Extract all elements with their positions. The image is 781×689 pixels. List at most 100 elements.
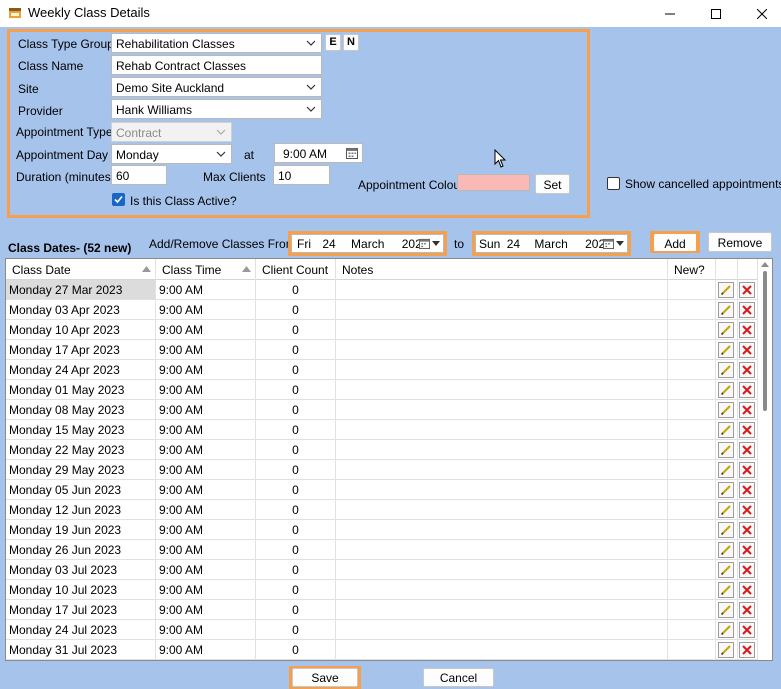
from-date-picker[interactable]: Fri 24 March 2023 [291,234,444,253]
cell-notes[interactable] [336,360,668,380]
cell-new[interactable] [668,320,716,340]
cell-client-count[interactable]: 0 [256,420,336,440]
delete-row-button[interactable] [739,402,755,418]
table-row[interactable]: Monday 01 May 2023 9:00 AM 0 [6,380,758,400]
cell-class-date[interactable]: Monday 17 Apr 2023 [6,340,156,360]
cell-client-count[interactable]: 0 [256,360,336,380]
edit-row-button[interactable] [718,582,734,598]
cell-class-time[interactable]: 9:00 AM [156,600,256,620]
delete-row-button[interactable] [739,362,755,378]
cell-client-count[interactable]: 0 [256,600,336,620]
scrollbar-thumb[interactable] [763,271,767,411]
cell-class-time[interactable]: 9:00 AM [156,640,256,660]
cell-class-date[interactable]: Monday 31 Jul 2023 [6,640,156,660]
cell-notes[interactable] [336,500,668,520]
cell-new[interactable] [668,380,716,400]
cell-class-time[interactable]: 9:00 AM [156,420,256,440]
delete-row-button[interactable] [739,442,755,458]
cell-class-time[interactable]: 9:00 AM [156,580,256,600]
table-row[interactable]: Monday 17 Apr 2023 9:00 AM 0 [6,340,758,360]
edit-row-button[interactable] [718,342,734,358]
active-checkbox[interactable] [112,193,125,206]
edit-row-button[interactable] [718,562,734,578]
table-row[interactable]: Monday 15 May 2023 9:00 AM 0 [6,420,758,440]
cell-client-count[interactable]: 0 [256,520,336,540]
cell-new[interactable] [668,520,716,540]
cell-notes[interactable] [336,280,668,300]
cell-new[interactable] [668,420,716,440]
cell-new[interactable] [668,620,716,640]
delete-row-button[interactable] [739,522,755,538]
remove-button[interactable]: Remove [708,232,772,252]
delete-row-button[interactable] [739,642,755,658]
cell-new[interactable] [668,560,716,580]
appointment-type-select[interactable]: Contract [111,122,232,142]
site-select[interactable]: Demo Site Auckland [111,77,322,97]
cell-new[interactable] [668,640,716,660]
cell-new[interactable] [668,600,716,620]
delete-row-button[interactable] [739,622,755,638]
cell-class-time[interactable]: 9:00 AM [156,300,256,320]
delete-row-button[interactable] [739,342,755,358]
table-row[interactable]: Monday 31 Jul 2023 9:00 AM 0 [6,640,758,660]
cell-client-count[interactable]: 0 [256,620,336,640]
edit-row-button[interactable] [718,282,734,298]
cell-class-time[interactable]: 9:00 AM [156,400,256,420]
table-row[interactable]: Monday 10 Jul 2023 9:00 AM 0 [6,580,758,600]
edit-row-button[interactable] [718,642,734,658]
delete-row-button[interactable] [739,322,755,338]
cell-class-time[interactable]: 9:00 AM [156,320,256,340]
edit-row-button[interactable] [718,462,734,478]
cell-class-time[interactable]: 9:00 AM [156,540,256,560]
save-button[interactable]: Save [292,668,358,687]
delete-row-button[interactable] [739,542,755,558]
cell-client-count[interactable]: 0 [256,400,336,420]
edit-row-button[interactable] [718,402,734,418]
table-row[interactable]: Monday 24 Apr 2023 9:00 AM 0 [6,360,758,380]
max-clients-input[interactable]: 10 [273,165,330,185]
cell-class-time[interactable]: 9:00 AM [156,380,256,400]
table-row[interactable]: Monday 17 Jul 2023 9:00 AM 0 [6,600,758,620]
cell-new[interactable] [668,300,716,320]
cell-class-date[interactable]: Monday 22 May 2023 [6,440,156,460]
cell-class-date[interactable]: Monday 26 Jun 2023 [6,540,156,560]
cell-notes[interactable] [336,480,668,500]
cell-class-date[interactable]: Monday 03 Jul 2023 [6,560,156,580]
class-type-group-select[interactable]: Rehabilitation Classes [111,33,322,53]
edit-class-type-button[interactable]: E [325,34,341,51]
delete-row-button[interactable] [739,282,755,298]
cancel-button[interactable]: Cancel [423,668,494,687]
time-picker[interactable]: 9:00 AM [274,143,363,163]
cell-client-count[interactable]: 0 [256,440,336,460]
cell-notes[interactable] [336,440,668,460]
appointment-day-select[interactable]: Monday [111,144,232,164]
cell-class-date[interactable]: Monday 15 May 2023 [6,420,156,440]
cell-new[interactable] [668,280,716,300]
delete-row-button[interactable] [739,462,755,478]
show-cancelled-checkbox[interactable] [607,177,620,190]
cell-notes[interactable] [336,620,668,640]
cell-class-time[interactable]: 9:00 AM [156,520,256,540]
cell-client-count[interactable]: 0 [256,380,336,400]
cell-class-time[interactable]: 9:00 AM [156,460,256,480]
class-name-input[interactable]: Rehab Contract Classes [111,55,322,75]
cell-class-date[interactable]: Monday 08 May 2023 [6,400,156,420]
cell-notes[interactable] [336,580,668,600]
scroll-up-icon[interactable] [761,262,769,267]
cell-class-time[interactable]: 9:00 AM [156,360,256,380]
cell-class-date[interactable]: Monday 29 May 2023 [6,460,156,480]
edit-row-button[interactable] [718,442,734,458]
cell-client-count[interactable]: 0 [256,340,336,360]
table-row[interactable]: Monday 03 Apr 2023 9:00 AM 0 [6,300,758,320]
cell-client-count[interactable]: 0 [256,500,336,520]
cell-class-time[interactable]: 9:00 AM [156,480,256,500]
duration-input[interactable]: 60 [111,165,167,185]
set-colour-button[interactable]: Set [535,174,570,194]
edit-row-button[interactable] [718,522,734,538]
table-row[interactable]: Monday 24 Jul 2023 9:00 AM 0 [6,620,758,640]
new-class-type-button[interactable]: N [343,34,359,51]
delete-row-button[interactable] [739,602,755,618]
cell-class-date[interactable]: Monday 12 Jun 2023 [6,500,156,520]
cell-class-date[interactable]: Monday 10 Jul 2023 [6,580,156,600]
cell-notes[interactable] [336,320,668,340]
